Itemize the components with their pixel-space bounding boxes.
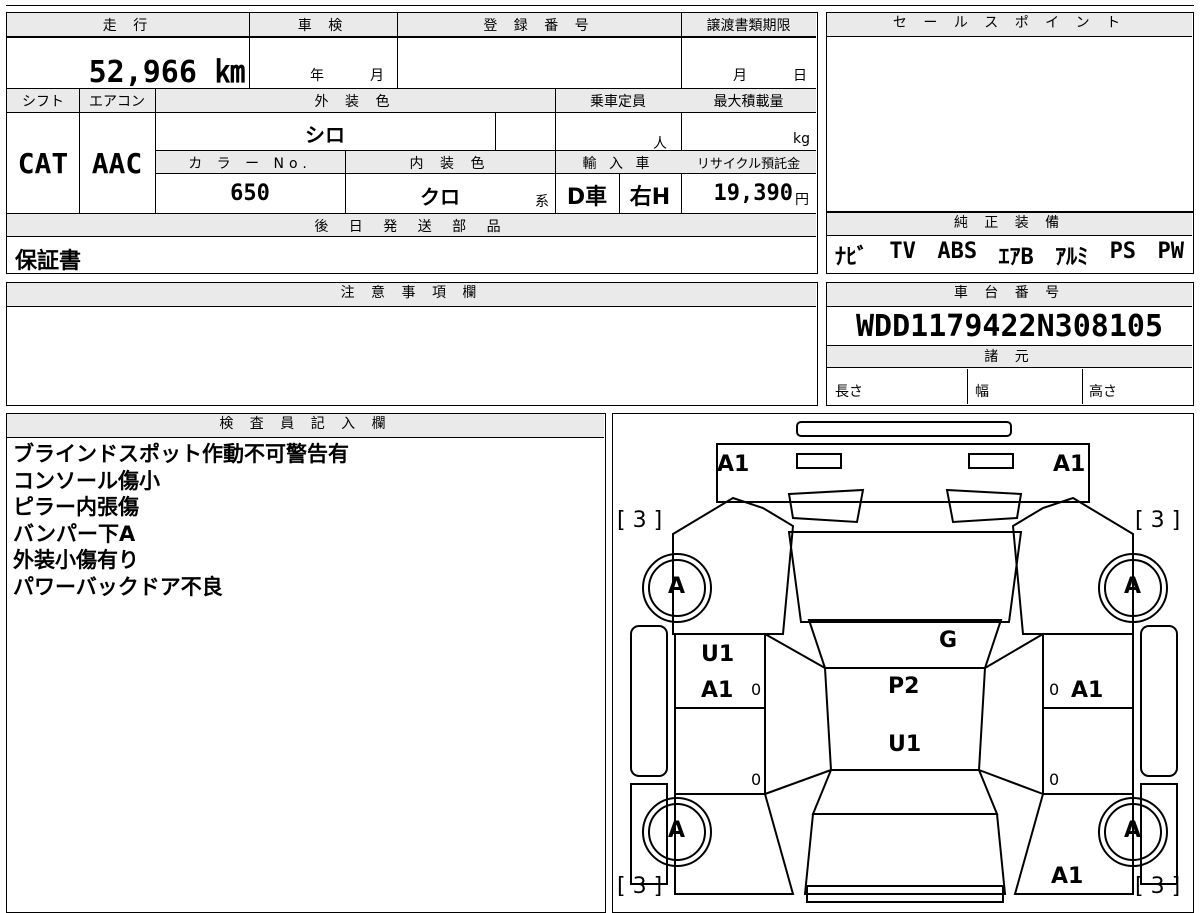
label-tire-rr: A bbox=[1124, 818, 1142, 843]
transfer-label: 譲渡書類期限 bbox=[706, 18, 791, 34]
label-right-door: A1 bbox=[1071, 678, 1104, 703]
later-parts-label: 後 日 発 送 部 品 bbox=[314, 219, 509, 235]
exterior-color-label: 外 装 色 bbox=[314, 94, 396, 110]
label-tire-fr: A bbox=[1124, 574, 1142, 599]
equipment-label: 純 正 装 備 bbox=[827, 213, 1192, 236]
import-label: 輸 入 車 bbox=[582, 156, 654, 172]
note-line: ピラー内張傷 bbox=[13, 495, 139, 519]
transfer-day: 日 bbox=[793, 68, 807, 84]
registration-label: 登 録 番 号 bbox=[483, 18, 595, 34]
label-tire-rl: A bbox=[668, 818, 686, 843]
note-line: パワーバックドア不良 bbox=[13, 574, 223, 599]
label-tire-fl: A bbox=[668, 574, 686, 599]
note-line: 外装小傷有り bbox=[13, 548, 139, 572]
color-no-value: 650 bbox=[230, 181, 270, 206]
chassis-box: 車 台 番 号 WDD1179422N308105 諸 元 長さ 幅 高さ bbox=[826, 282, 1194, 406]
length-label: 長さ bbox=[835, 384, 863, 400]
label-bracket-br: [ 3 ] bbox=[1135, 874, 1181, 899]
label-roof-2: U1 bbox=[888, 732, 922, 757]
label-left-door-1: U1 bbox=[701, 642, 735, 667]
equipment-airbag: ｴｱB bbox=[998, 245, 1034, 270]
caution-label: 注 意 事 項 欄 bbox=[7, 283, 816, 307]
car-outline bbox=[630, 421, 1178, 903]
recycle-label: リサイクル預託金 bbox=[696, 157, 801, 172]
width-label: 幅 bbox=[975, 384, 989, 400]
transfer-month: 月 bbox=[733, 68, 747, 84]
recycle-value: 19,390 bbox=[713, 181, 793, 206]
interior-color-label: 内 装 色 bbox=[409, 156, 491, 172]
aircon-label: エアコン bbox=[89, 94, 145, 110]
sales-point-label: セ ー ル ス ポ イ ン ト bbox=[827, 13, 1192, 37]
equipment-abs: ABS bbox=[937, 239, 978, 264]
height-label: 高さ bbox=[1089, 384, 1117, 400]
later-parts-value: 保証書 bbox=[15, 249, 82, 274]
max-load-unit: kg bbox=[793, 131, 810, 147]
equipment-pw: PW bbox=[1157, 239, 1184, 264]
equipment-tv: TV bbox=[889, 239, 916, 264]
import-value-2: 右H bbox=[629, 185, 671, 210]
top-strip bbox=[6, 0, 1194, 6]
equipment-alloy: ｱﾙﾐ bbox=[1055, 245, 1089, 270]
damage-diagram: A1 A1 [ 3 ] [ 3 ] [ 3 ] [ 3 ] A A A A G … bbox=[612, 413, 1194, 913]
equipment-items: ﾅﾋﾞ TV ABS ｴｱB ｱﾙﾐ PS PW bbox=[827, 239, 1192, 271]
note-line: バンパー下A bbox=[13, 521, 136, 546]
label-rear-right: A1 bbox=[1051, 864, 1084, 889]
shaken-year: 年 bbox=[310, 68, 324, 84]
aircon-value: AAC bbox=[91, 147, 143, 180]
label-roof-1: P2 bbox=[888, 674, 920, 699]
label-bracket-bl: [ 3 ] bbox=[617, 874, 663, 899]
equipment-ps: PS bbox=[1109, 239, 1137, 264]
interior-color-value: クロ bbox=[420, 185, 460, 209]
capacity-label: 乗車定員 bbox=[590, 94, 646, 110]
equipment-box: 純 正 装 備 ﾅﾋﾞ TV ABS ｴｱB ｱﾙﾐ PS PW bbox=[826, 212, 1194, 274]
import-value-1: D車 bbox=[566, 185, 608, 210]
label-hood: G bbox=[939, 628, 958, 653]
shaken-label: 車 検 bbox=[297, 18, 349, 34]
mileage-value: 52,966 ㎞ bbox=[88, 55, 245, 90]
shift-value: CAT bbox=[17, 147, 69, 180]
label-front-left: A1 bbox=[717, 452, 750, 477]
mileage-label: 走 行 bbox=[102, 18, 154, 34]
shift-label: シフト bbox=[22, 94, 64, 110]
note-line: ブラインドスポット作動不可警告有 bbox=[13, 442, 349, 466]
label-front-right: A1 bbox=[1053, 452, 1086, 477]
inspector-notes: ブラインドスポット作動不可警告有 コンソール傷小 ピラー内張傷 バンパー下A 外… bbox=[13, 441, 349, 600]
spec-label: 諸 元 bbox=[827, 346, 1192, 368]
label-bracket-tr: [ 3 ] bbox=[1135, 508, 1181, 533]
chassis-label: 車 台 番 号 bbox=[827, 283, 1192, 307]
exterior-color-value: シロ bbox=[305, 123, 345, 147]
note-line: コンソール傷小 bbox=[13, 468, 160, 493]
color-no-label: カ ラ ー No. bbox=[188, 156, 312, 172]
label-left-door-2: A1 bbox=[701, 678, 734, 703]
caution-box: 注 意 事 項 欄 bbox=[6, 282, 818, 406]
label-zero-4: 0 bbox=[1049, 770, 1060, 789]
label-zero-1: 0 bbox=[751, 680, 762, 699]
label-bracket-tl: [ 3 ] bbox=[617, 508, 663, 533]
max-load-label: 最大積載量 bbox=[713, 94, 784, 110]
equipment-navi: ﾅﾋﾞ bbox=[835, 245, 869, 270]
shaken-month: 月 bbox=[370, 68, 384, 84]
sales-point-box: セ ー ル ス ポ イ ン ト bbox=[826, 12, 1194, 212]
label-zero-3: 0 bbox=[751, 770, 762, 789]
interior-suffix: 系 bbox=[535, 194, 549, 210]
label-zero-2: 0 bbox=[1049, 680, 1060, 699]
vehicle-info-table: 走 行 車 検 登 録 番 号 譲渡書類期限 52,966 ㎞ 年 月 月 日 … bbox=[6, 12, 818, 274]
chassis-number: WDD1179422N308105 bbox=[855, 309, 1164, 344]
recycle-unit: 円 bbox=[795, 192, 809, 208]
inspector-label: 検 査 員 記 入 欄 bbox=[7, 414, 604, 438]
inspector-box: 検 査 員 記 入 欄 ブラインドスポット作動不可警告有 コンソール傷小 ピラー… bbox=[6, 413, 606, 913]
